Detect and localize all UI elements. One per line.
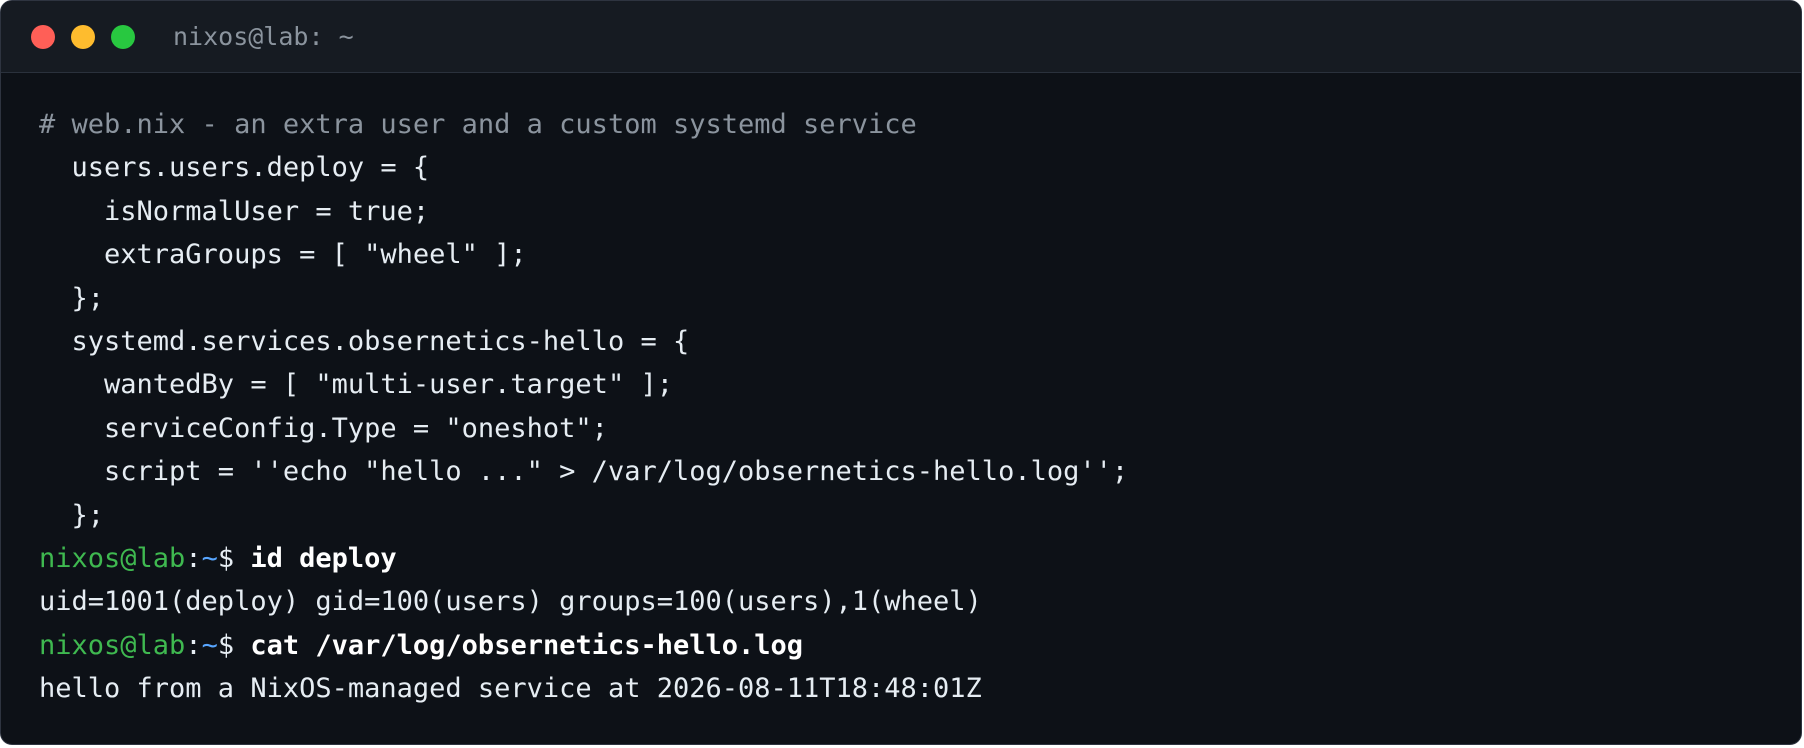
code-line: isNormalUser = true; (39, 195, 430, 227)
close-button[interactable] (31, 24, 55, 49)
code-line: extraGroups = [ "wheel" ]; (39, 239, 527, 271)
code-line: script = ''echo "hello ..." > /var/log/o… (39, 456, 1129, 488)
code-line: wantedBy = [ "multi-user.target" ]; (39, 369, 673, 401)
code-comment-line: # web.nix - an extra user and a custom s… (39, 109, 917, 140)
prompt-dollar: $ (217, 629, 251, 661)
minimize-button[interactable] (71, 24, 95, 49)
terminal-output[interactable]: # web.nix - an extra user and a custom s… (1, 73, 1801, 710)
prompt-colon: : (185, 629, 202, 661)
prompt-line: nixos@lab:~$ id deploy (39, 537, 1801, 580)
window-controls (31, 24, 151, 49)
prompt-path: ~ (201, 542, 218, 574)
command-output: hello from a NixOS-managed service at 20… (39, 673, 982, 705)
code-line: }; (39, 282, 105, 314)
code-line: serviceConfig.Type = "oneshot"; (39, 412, 608, 444)
prompt-colon: : (185, 542, 202, 574)
code-line: systemd.services.obsernetics-hello = { (39, 325, 690, 357)
code-line: }; (39, 499, 105, 531)
code-line: users.users.deploy = { (39, 152, 430, 184)
title-bar: nixos@lab: ~ (1, 1, 1801, 73)
prompt-user-host: nixos@lab (39, 629, 186, 661)
command-output: uid=1001(deploy) gid=100(users) groups=1… (39, 586, 982, 618)
prompt-dollar: $ (217, 542, 251, 574)
prompt-path: ~ (201, 629, 218, 661)
prompt-user-host: nixos@lab (39, 542, 186, 574)
command-text: cat /var/log/obsernetics-hello.log (250, 629, 804, 661)
prompt-line: nixos@lab:~$ cat /var/log/obsernetics-he… (39, 624, 1801, 667)
terminal-window: nixos@lab: ~ # web.nix - an extra user a… (0, 0, 1802, 745)
maximize-button[interactable] (111, 24, 135, 49)
command-text: id deploy (250, 542, 397, 574)
window-title: nixos@lab: ~ (173, 22, 354, 51)
